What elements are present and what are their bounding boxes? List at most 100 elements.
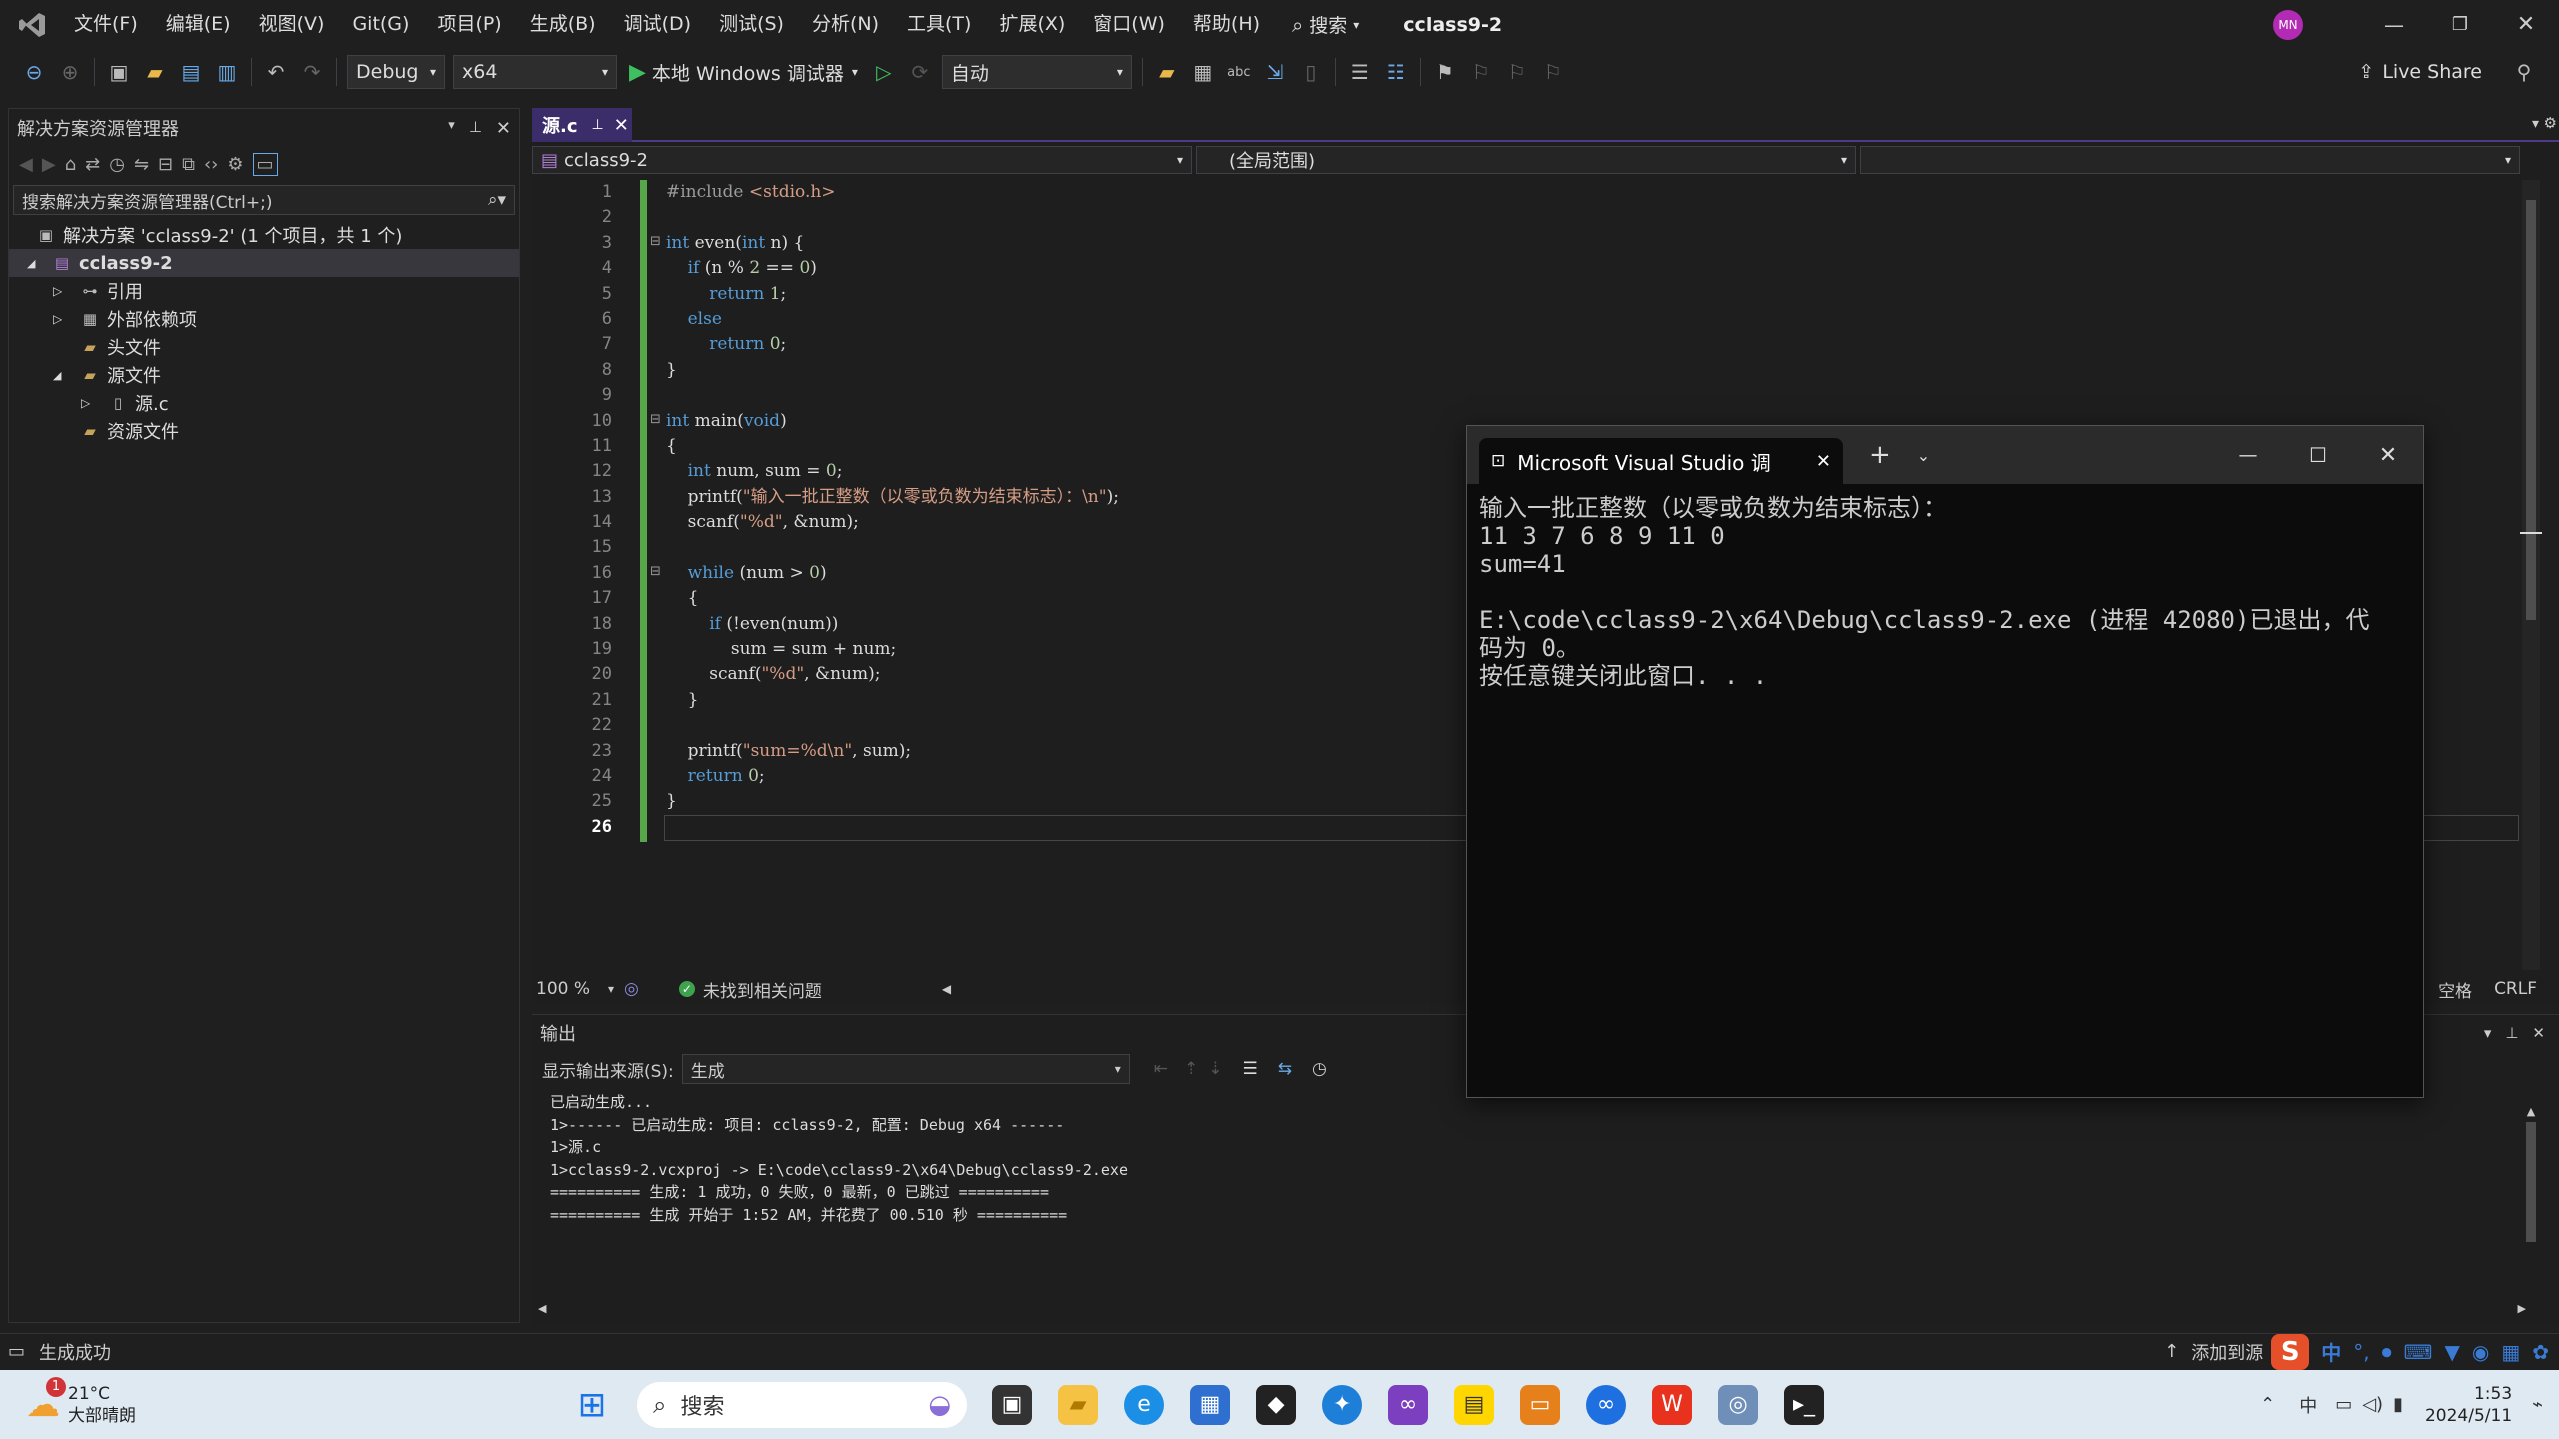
- vm-app-icon[interactable]: ◎: [1718, 1384, 1759, 1425]
- back-icon[interactable]: ◀: [19, 154, 33, 175]
- gear-icon[interactable]: ⚙: [2544, 114, 2557, 132]
- minimize-icon[interactable]: —: [2361, 13, 2427, 37]
- menu-debug[interactable]: 调试(D): [610, 0, 705, 49]
- tree-external-deps[interactable]: ▷ ▦ 外部依赖项: [9, 305, 519, 333]
- back-icon[interactable]: ⊖: [19, 57, 49, 87]
- menu-build[interactable]: 生成(B): [516, 0, 610, 49]
- menu-test[interactable]: 测试(S): [705, 0, 798, 49]
- chevron-down-icon[interactable]: ⌄: [1917, 446, 1930, 465]
- outdent-icon[interactable]: ☷: [1381, 57, 1411, 87]
- task-view-icon[interactable]: ▣: [992, 1384, 1033, 1425]
- line-ending[interactable]: CRLF: [2494, 979, 2537, 999]
- copy-icon[interactable]: ⧉: [182, 154, 195, 175]
- history-icon[interactable]: ◷: [109, 154, 125, 175]
- menu-project[interactable]: 项目(P): [423, 0, 515, 49]
- avatar[interactable]: MN: [2273, 9, 2303, 40]
- search-box[interactable]: ⌕ 搜索 ▾: [1292, 11, 1359, 38]
- settings-icon[interactable]: ✿: [2532, 1340, 2549, 1364]
- start-without-debug-icon[interactable]: ▷: [869, 57, 899, 87]
- restore-icon[interactable]: ❐: [2427, 14, 2493, 35]
- bookmark-icon[interactable]: ⚑: [1430, 57, 1460, 87]
- undo-icon[interactable]: ↶: [261, 57, 291, 87]
- volume-icon[interactable]: ◁): [2362, 1394, 2383, 1415]
- chevron-down-icon[interactable]: ▾: [2532, 116, 2539, 132]
- open-folder-icon[interactable]: ▰: [140, 57, 170, 87]
- forward-icon[interactable]: ⊕: [55, 57, 85, 87]
- save-all-icon[interactable]: ▥: [212, 57, 242, 87]
- grid-icon[interactable]: ▦: [2501, 1340, 2520, 1364]
- console-tab[interactable]: ⊡ Microsoft Visual Studio 调 ✕: [1479, 438, 1843, 484]
- microphone-icon[interactable]: ⏺: [2382, 1340, 2392, 1364]
- close-icon[interactable]: ✕: [496, 118, 511, 139]
- auto-select[interactable]: 自动 ▾: [941, 55, 1132, 89]
- menu-extensions[interactable]: 扩展(X): [985, 0, 1079, 49]
- home-icon[interactable]: ⌂: [65, 154, 76, 175]
- pin-icon[interactable]: ⊥: [469, 118, 482, 139]
- forward-icon[interactable]: ▶: [42, 154, 56, 175]
- save-icon[interactable]: ▤: [176, 57, 206, 87]
- bookmark-next-icon[interactable]: ⚐: [1502, 57, 1532, 87]
- solution-search-box[interactable]: 搜索解决方案资源管理器(Ctrl+;) ⌕▾: [13, 185, 515, 215]
- find-message-icon[interactable]: ⇤: [1154, 1059, 1168, 1079]
- maximize-icon[interactable]: ☐: [2283, 443, 2353, 467]
- menu-edit[interactable]: 编辑(E): [152, 0, 245, 49]
- chevron-down-icon[interactable]: ▾: [448, 118, 455, 139]
- menu-help[interactable]: 帮助(H): [1179, 0, 1274, 49]
- issues-status[interactable]: 未找到相关问题: [703, 977, 822, 1002]
- tab-source-c[interactable]: 源.c ⊥ ✕: [532, 108, 632, 142]
- preview-icon[interactable]: ▭: [252, 152, 278, 176]
- slides-app-icon[interactable]: ▭: [1520, 1384, 1561, 1425]
- wps-icon[interactable]: W: [1652, 1384, 1693, 1425]
- collapse-all-icon[interactable]: ⊟: [158, 154, 173, 175]
- scroll-left-icon[interactable]: ◀: [942, 982, 951, 996]
- paper-app-icon[interactable]: ▤: [1454, 1384, 1495, 1425]
- menu-analyze[interactable]: 分析(N): [798, 0, 893, 49]
- close-icon[interactable]: ✕: [2493, 12, 2559, 37]
- comment-icon[interactable]: ▯: [1296, 57, 1326, 87]
- step-icon[interactable]: ⇲: [1260, 57, 1290, 87]
- unity-icon[interactable]: ◆: [1256, 1384, 1297, 1425]
- pin-icon[interactable]: ⊥: [2505, 1024, 2518, 1042]
- chevron-up-icon[interactable]: ⌃: [2260, 1394, 2275, 1415]
- config-select[interactable]: Debug ▾: [347, 55, 445, 89]
- menu-window[interactable]: 窗口(W): [1079, 0, 1179, 49]
- copilot-icon[interactable]: ◎: [624, 979, 639, 999]
- tree-source-c[interactable]: ▷ ▯ 源.c: [9, 389, 519, 417]
- skin-icon[interactable]: ▼: [2444, 1340, 2459, 1364]
- folder-icon[interactable]: ▰: [1152, 57, 1182, 87]
- fold-toggle-icon[interactable]: ⊟: [650, 234, 661, 249]
- redo-icon[interactable]: ↷: [297, 57, 327, 87]
- clock[interactable]: 1:53 2024/5/11: [2425, 1383, 2512, 1427]
- code-icon[interactable]: ‹›: [204, 154, 218, 175]
- tree-references[interactable]: ▷ ⊶ 引用: [9, 277, 519, 305]
- keyboard-icon[interactable]: ⌨: [2404, 1340, 2433, 1364]
- fold-toggle-icon[interactable]: ⊟: [650, 564, 661, 579]
- zoom-level[interactable]: 100 %: [536, 979, 590, 999]
- tree-source-files[interactable]: ◢ ▰ 源文件: [9, 361, 519, 389]
- visual-studio-icon[interactable]: ∞: [1388, 1384, 1429, 1425]
- tree-header-files[interactable]: ▰ 头文件: [9, 333, 519, 361]
- nav-scope-select[interactable]: (全局范围) ▾: [1196, 146, 1856, 174]
- indent-mode[interactable]: 空格: [2438, 977, 2472, 1002]
- scroll-right-icon[interactable]: ▶: [2518, 1302, 2526, 1315]
- store-icon[interactable]: ▦: [1190, 1384, 1231, 1425]
- nav-member-select[interactable]: ▾: [1860, 146, 2520, 174]
- add-tab-icon[interactable]: +: [1869, 440, 1891, 470]
- clock-icon[interactable]: ◷: [1312, 1059, 1327, 1079]
- close-icon[interactable]: ✕: [1816, 451, 1831, 472]
- scroll-left-icon[interactable]: ◀: [538, 1302, 546, 1315]
- run-debugger-button[interactable]: ▶ 本地 Windows 调试器 ▾: [629, 59, 858, 86]
- battery-icon[interactable]: ▮: [2393, 1394, 2403, 1415]
- network-icon[interactable]: ▭: [2335, 1394, 2352, 1415]
- weather-widget[interactable]: ☁ 1 21°C 大部晴朗: [26, 1376, 136, 1427]
- bookmark-prev-icon[interactable]: ⚐: [1466, 57, 1496, 87]
- output-source-select[interactable]: 生成 ▾: [681, 1054, 1130, 1084]
- word-wrap-icon[interactable]: ⇆: [1278, 1059, 1292, 1079]
- menu-tools[interactable]: 工具(T): [893, 0, 985, 49]
- close-icon[interactable]: ✕: [2353, 443, 2423, 468]
- punctuation-icon[interactable]: °,: [2353, 1340, 2369, 1364]
- indent-icon[interactable]: ☰: [1345, 57, 1375, 87]
- output-scrollbar[interactable]: ▲: [2522, 1105, 2540, 1305]
- pin-icon[interactable]: ⊥: [592, 117, 604, 133]
- scrollbar-thumb[interactable]: [2526, 1122, 2536, 1242]
